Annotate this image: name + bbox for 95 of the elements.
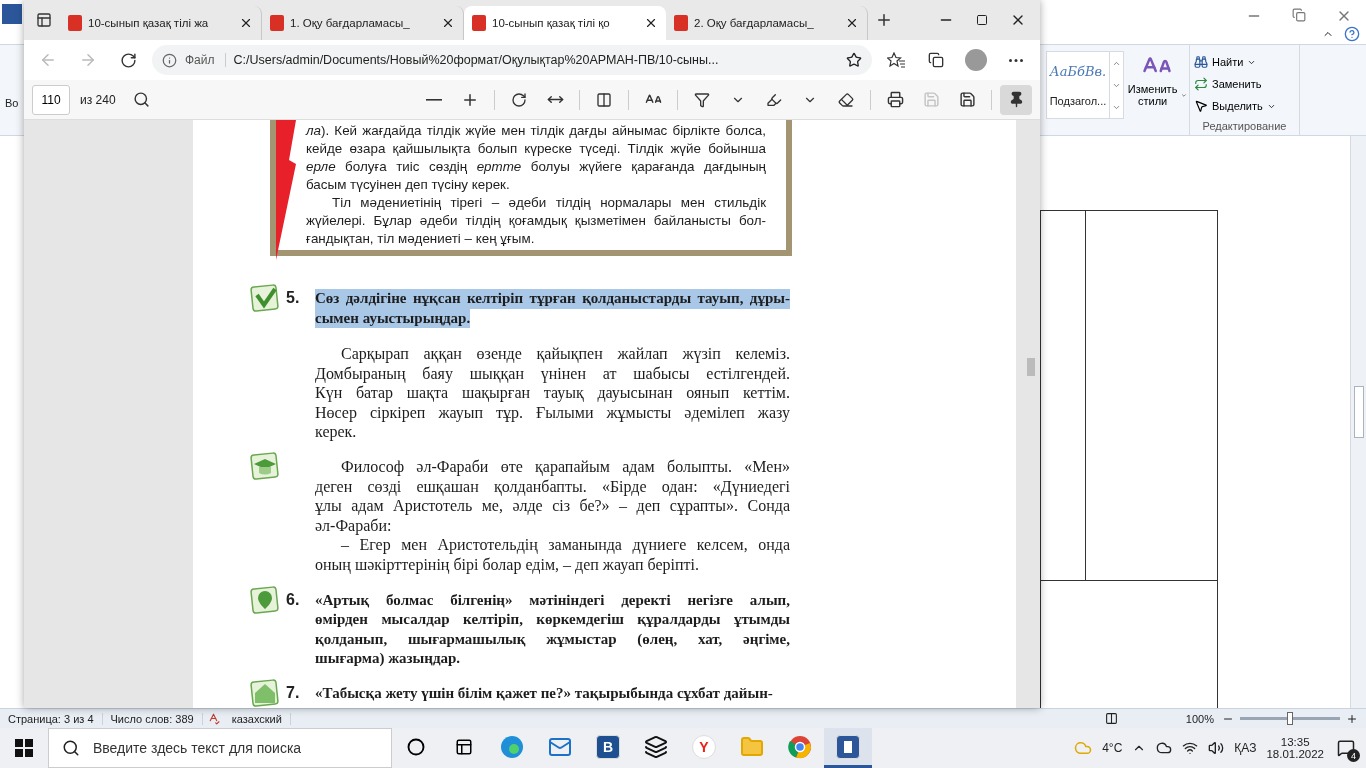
paragraph: Сарқырап аққан өзенде қайықпен жайлап жүзіп келеміз. Домбыраның баяу шыққан үнінен ат шабысы естілгендей. Күн батар шақта шақырған тауық дауысынан оянып кеттім. Нөсер сіркіреп жауып тұр. Ғылыми жұмысты әдемілеп жазу керек. [315,344,790,443]
clock[interactable]: 13:35 18.01.2022 [1266,736,1324,760]
eraser-icon [838,91,854,108]
browser-icon [500,734,524,759]
wifi-icon[interactable] [1182,740,1199,756]
page-count: из 240 [80,92,116,107]
house-icon [250,678,280,708]
exercise-number: 7. [286,684,301,703]
group-label: Редактирование [1201,119,1288,134]
pdf-icon [674,15,688,31]
back-icon [39,51,57,69]
favorites-icon [887,52,905,68]
restore-icon[interactable] [1292,8,1306,22]
app-logo [2,4,22,24]
language-status: казахский [223,712,291,725]
pdf-icon [472,15,486,31]
avatar [965,49,987,71]
highlighter-icon [766,91,782,108]
paragraph: Философ әл-Фараби өте қарапайым адам болыпты. «Мен» деген сөзді ешқашан қолданбапты. «Бірде одан: «Дүниедегі ұлы адам Аристотель ме, әлде сіз бе?» – деп сұрапты». Сонда әл-Фараби: [315,457,790,536]
search-field[interactable]: Введите здесь текст для поиска [48,728,392,768]
close-icon[interactable] [239,16,253,30]
paragraph: – Егер мен Аристотельдің заманында дүниеге келсем, онда оның шәкірттерінің бірі болар едім, – деп жауап беріпті. [315,535,790,575]
search-icon [133,91,151,108]
collections-icon [928,52,944,68]
draw-icon [694,91,710,108]
plus-icon [875,11,893,29]
search-icon [62,739,80,757]
task-view-icon [455,737,473,756]
exercise-text: «Артық болмас білгенің» мәтініндегі деректі негізге алып, өмірден мысалдар келтіріп, көркемдегіш құралдарды ұтымды қолданып, шығармашылық жұмыстар (өлең, хат, әңгіме, шығарма) жазыңдар. [315,590,790,669]
change-styles-button[interactable]: Изменить стили [1124,45,1190,135]
pdf-icon [270,15,284,31]
windows-logo-icon [15,739,33,757]
temperature: 4°C [1102,741,1123,755]
maximize-icon[interactable] [976,14,988,26]
tabs-icon [36,12,52,28]
graduation-cap-icon [250,451,280,482]
close-icon[interactable] [644,16,658,30]
folder-icon [740,734,764,759]
taskbar-app[interactable] [824,728,872,768]
checkmark-icon [250,282,280,313]
cursor-icon [1194,99,1208,113]
save-as-icon [958,91,976,108]
weather-icon [1074,739,1093,757]
paragraph: Тіл мәдениетінің тірегі – әдеби тілдің нормалары мен стильдік жүйелері. Бұлар әдеби тілдің қоғамдық қызметімен байланысты бол- ғандықтан, тіл мәдениеті – кең ұғым. [306,194,766,248]
close-icon[interactable] [845,16,859,30]
page-status: Страница: 3 из 4 [0,712,103,725]
more-icon [1009,58,1023,62]
app-icon: B [596,734,620,759]
zoom-level: 100% [1184,712,1215,725]
browser-tab[interactable]: 10-сынып қазақ тілі қо [464,6,666,40]
keyboard-language[interactable]: ҚАЗ [1234,741,1257,755]
help-icon[interactable] [1344,26,1360,42]
chat-icon [1337,739,1355,757]
scrollbar[interactable] [1350,136,1366,708]
ribbon-button[interactable]: Заменить [1194,73,1295,95]
minus-icon [426,98,442,101]
cloud-icon[interactable] [1156,740,1173,756]
volume-icon[interactable] [1208,740,1225,756]
zoom-in-icon[interactable] [1346,712,1358,725]
ribbon-label: Во [5,97,19,111]
rotate-icon [511,91,527,108]
taskbar-app[interactable]: Y [680,728,728,768]
paragraph: ла). Кей жағдайда тілдік жүйе мен тілдік дағды айнымас бірлікте болса, кейде өзара қайшылықта болып күреске түседі. Тілдік жүйе бойынша ерле болуға тиіс сөздің ертте болуы жүйеге қарағанда дағдының басым түсуінен деп түсіну керек. [306,122,766,194]
pdf-icon [68,15,82,31]
notification-button[interactable]: 4 [1334,736,1358,760]
view-icon[interactable] [1104,712,1118,725]
star-icon [846,52,862,68]
browser-icon [788,734,812,759]
info-icon [162,52,177,68]
reload-icon [119,51,137,69]
binoculars-icon [1194,55,1208,69]
circle-icon [407,737,425,756]
close-icon[interactable] [441,16,455,30]
exercise-number: 6. [286,590,301,610]
page-view-icon [596,91,612,108]
style-name: Подзагол... [1049,94,1107,107]
replace-icon [1194,77,1208,91]
map-pin-icon [250,584,280,615]
forward-icon [79,51,97,69]
word-count: Число слов: 389 [102,712,203,725]
ribbon-button[interactable]: Найти [1194,51,1295,73]
pin-button[interactable] [1000,84,1032,115]
app-icon: Y [692,734,716,759]
page-number-field[interactable]: 110 [32,84,70,115]
address-bar[interactable]: Файл C:/Users/admin/Documents/Новый%20формат/Оқулықтар%20АРМАН-ПВ/10-сыны... [152,45,872,75]
exercise-text: «Табысқа жету үшін білім қажет пе?» тақырыбында сұхбат дайын- [315,684,774,703]
save-icon [922,91,940,108]
taskbar-app[interactable]: B [584,728,632,768]
ribbon-button[interactable]: Выделить [1194,95,1295,117]
style-preview: АаБбВв. [1049,63,1107,79]
print-icon [886,91,904,108]
document-app-icon [836,734,860,759]
exercise-text: Сөз дәлдігіне нұқсан келтіріп тұрған қолданыстарды тауып, дұры- сымен ауыстырыңдар. [315,288,790,329]
exercise-number: 5. [286,288,301,308]
style-gallery-item[interactable]: АаБбВв. Подзагол... [1046,51,1110,119]
